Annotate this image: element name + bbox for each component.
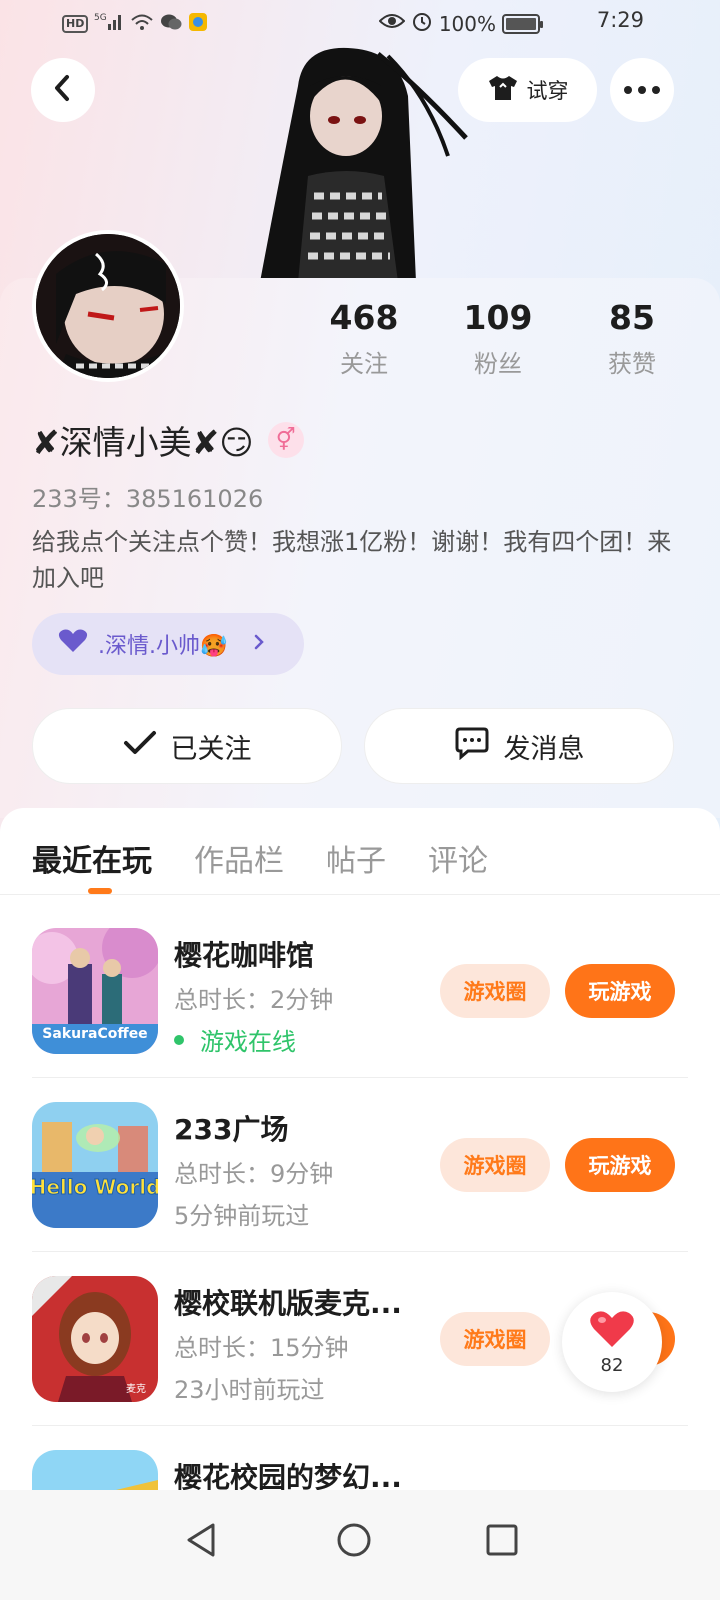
svg-text:5G: 5G bbox=[94, 13, 107, 23]
stat-following-value: 468 bbox=[329, 298, 399, 337]
tryon-button[interactable]: 试穿 bbox=[458, 58, 597, 122]
stat-likes[interactable]: 85 获赞 bbox=[572, 296, 692, 379]
heart-icon bbox=[58, 628, 88, 661]
battery-icon bbox=[502, 13, 543, 34]
game-status: 游戏在线 bbox=[174, 1022, 296, 1057]
more-dots-icon bbox=[624, 86, 660, 94]
message-label: 发消息 bbox=[503, 733, 585, 765]
message-button[interactable]: 发消息 bbox=[364, 708, 674, 784]
alarm-icon bbox=[411, 10, 433, 37]
game-status-text: 游戏在线 bbox=[200, 1028, 296, 1056]
hd-icon: HD bbox=[62, 15, 89, 33]
game-icon-text: SakuraCoffee bbox=[42, 1026, 147, 1042]
tryon-label: 试穿 bbox=[526, 79, 569, 103]
game-name: 樱花咖啡馆 bbox=[174, 939, 315, 972]
game-circle-button[interactable]: 游戏圈 bbox=[440, 1312, 550, 1366]
wechat-icon bbox=[160, 12, 182, 36]
back-button[interactable] bbox=[31, 58, 95, 122]
game-status: 5分钟前玩过 bbox=[174, 1202, 310, 1230]
nickname-row: ✘深情小美✘😏 ⚥ bbox=[32, 416, 304, 464]
online-dot-icon bbox=[174, 1034, 184, 1045]
game-circle-button[interactable]: 游戏圈 bbox=[440, 1138, 550, 1192]
tab-recent-play[interactable]: 最近在玩 bbox=[32, 836, 152, 896]
square-recents-icon bbox=[485, 1523, 519, 1561]
bio: 给我点个关注点个赞！我想涨1亿粉！谢谢！我有四个团！来加入吧 bbox=[32, 528, 672, 592]
more-button[interactable] bbox=[610, 58, 674, 122]
game-name: 樱校联机版麦克... bbox=[174, 1287, 402, 1320]
game-icon-sakura-school[interactable]: 麦克 bbox=[32, 1276, 158, 1402]
system-nav-bar bbox=[0, 1490, 720, 1600]
like-float-button[interactable]: 82 bbox=[562, 1292, 662, 1392]
tab-works[interactable]: 作品栏 bbox=[194, 836, 284, 896]
game-circle-button[interactable]: 游戏圈 bbox=[440, 964, 550, 1018]
chevron-right-icon bbox=[253, 632, 265, 657]
triangle-back-icon bbox=[185, 1522, 219, 1562]
followed-label: 已关注 bbox=[170, 733, 252, 765]
tab-posts[interactable]: 帖子 bbox=[326, 836, 386, 896]
check-icon bbox=[123, 730, 157, 763]
user-id: 233号：385161026 bbox=[32, 485, 264, 513]
avatar-figure bbox=[258, 46, 468, 282]
play-game-button[interactable]: 玩游戏 bbox=[565, 1138, 675, 1192]
group-chip-label: .深情.小帅🥵 bbox=[98, 634, 228, 659]
stat-fans-label: 粉丝 bbox=[474, 350, 522, 378]
wifi-icon bbox=[130, 12, 154, 36]
game-icon-text: Hello World bbox=[32, 1175, 158, 1199]
play-game-button[interactable]: 玩游戏 bbox=[565, 964, 675, 1018]
tab-comments[interactable]: 评论 bbox=[428, 836, 488, 896]
stat-likes-value: 85 bbox=[609, 298, 655, 337]
game-row[interactable]: Hello World 233广场 总时长：9分钟 5分钟前玩过 游戏圈 玩游戏 bbox=[32, 1078, 688, 1252]
nickname: ✘深情小美✘😏 bbox=[32, 423, 254, 462]
battery-percent: 100% bbox=[438, 11, 496, 36]
game-icon-sakura-coffee[interactable]: SakuraCoffee bbox=[32, 928, 158, 1054]
game-icon-hello-world[interactable]: Hello World bbox=[32, 1102, 158, 1228]
app-notification-icon bbox=[188, 12, 208, 36]
gender-icon: ⚥ bbox=[267, 422, 304, 458]
content-panel: 最近在玩 作品栏 帖子 评论 SakuraCoffee 樱花咖啡馆 总时长：2分… bbox=[0, 808, 720, 1600]
stat-following-label: 关注 bbox=[340, 350, 388, 378]
game-name: 233广场 bbox=[174, 1113, 289, 1146]
game-duration: 总时长：2分钟 bbox=[174, 986, 334, 1014]
followed-button[interactable]: 已关注 bbox=[32, 708, 342, 784]
stat-fans-value: 109 bbox=[463, 298, 533, 337]
status-time: 7:29 bbox=[596, 8, 644, 32]
nav-recents-button[interactable] bbox=[472, 1512, 532, 1572]
game-row[interactable]: SakuraCoffee 樱花咖啡馆 总时长：2分钟 游戏在线 游戏圈 玩游戏 bbox=[32, 904, 688, 1078]
signal-icon: 5G bbox=[94, 12, 124, 36]
avatar[interactable] bbox=[32, 230, 184, 382]
chevron-left-icon bbox=[51, 74, 75, 106]
heart-icon bbox=[589, 1309, 635, 1353]
profile-tabs: 最近在玩 作品栏 帖子 评论 bbox=[32, 836, 488, 896]
like-count: 82 bbox=[600, 1354, 624, 1376]
tabs-divider bbox=[0, 894, 720, 895]
tshirt-icon bbox=[487, 74, 519, 107]
nav-home-button[interactable] bbox=[324, 1512, 384, 1572]
circle-home-icon bbox=[336, 1522, 372, 1562]
status-right-icons: 100% bbox=[378, 10, 543, 37]
stat-fans[interactable]: 109 粉丝 bbox=[438, 296, 558, 379]
stat-likes-label: 获赞 bbox=[608, 350, 656, 378]
game-duration: 总时长：9分钟 bbox=[174, 1160, 334, 1188]
eye-icon bbox=[378, 11, 406, 36]
game-icon-text: 麦克 bbox=[126, 1383, 146, 1395]
stat-following[interactable]: 468 关注 bbox=[304, 296, 424, 379]
game-duration: 总时长：15分钟 bbox=[174, 1334, 349, 1362]
group-chip[interactable]: .深情.小帅🥵 bbox=[32, 613, 304, 675]
status-bar: HD 5G 100% 7:29 bbox=[0, 0, 720, 48]
game-status: 23小时前玩过 bbox=[174, 1376, 325, 1404]
chat-bubble-icon bbox=[454, 726, 490, 767]
nav-back-button[interactable] bbox=[172, 1512, 232, 1572]
status-left-icons: HD 5G bbox=[62, 12, 208, 36]
